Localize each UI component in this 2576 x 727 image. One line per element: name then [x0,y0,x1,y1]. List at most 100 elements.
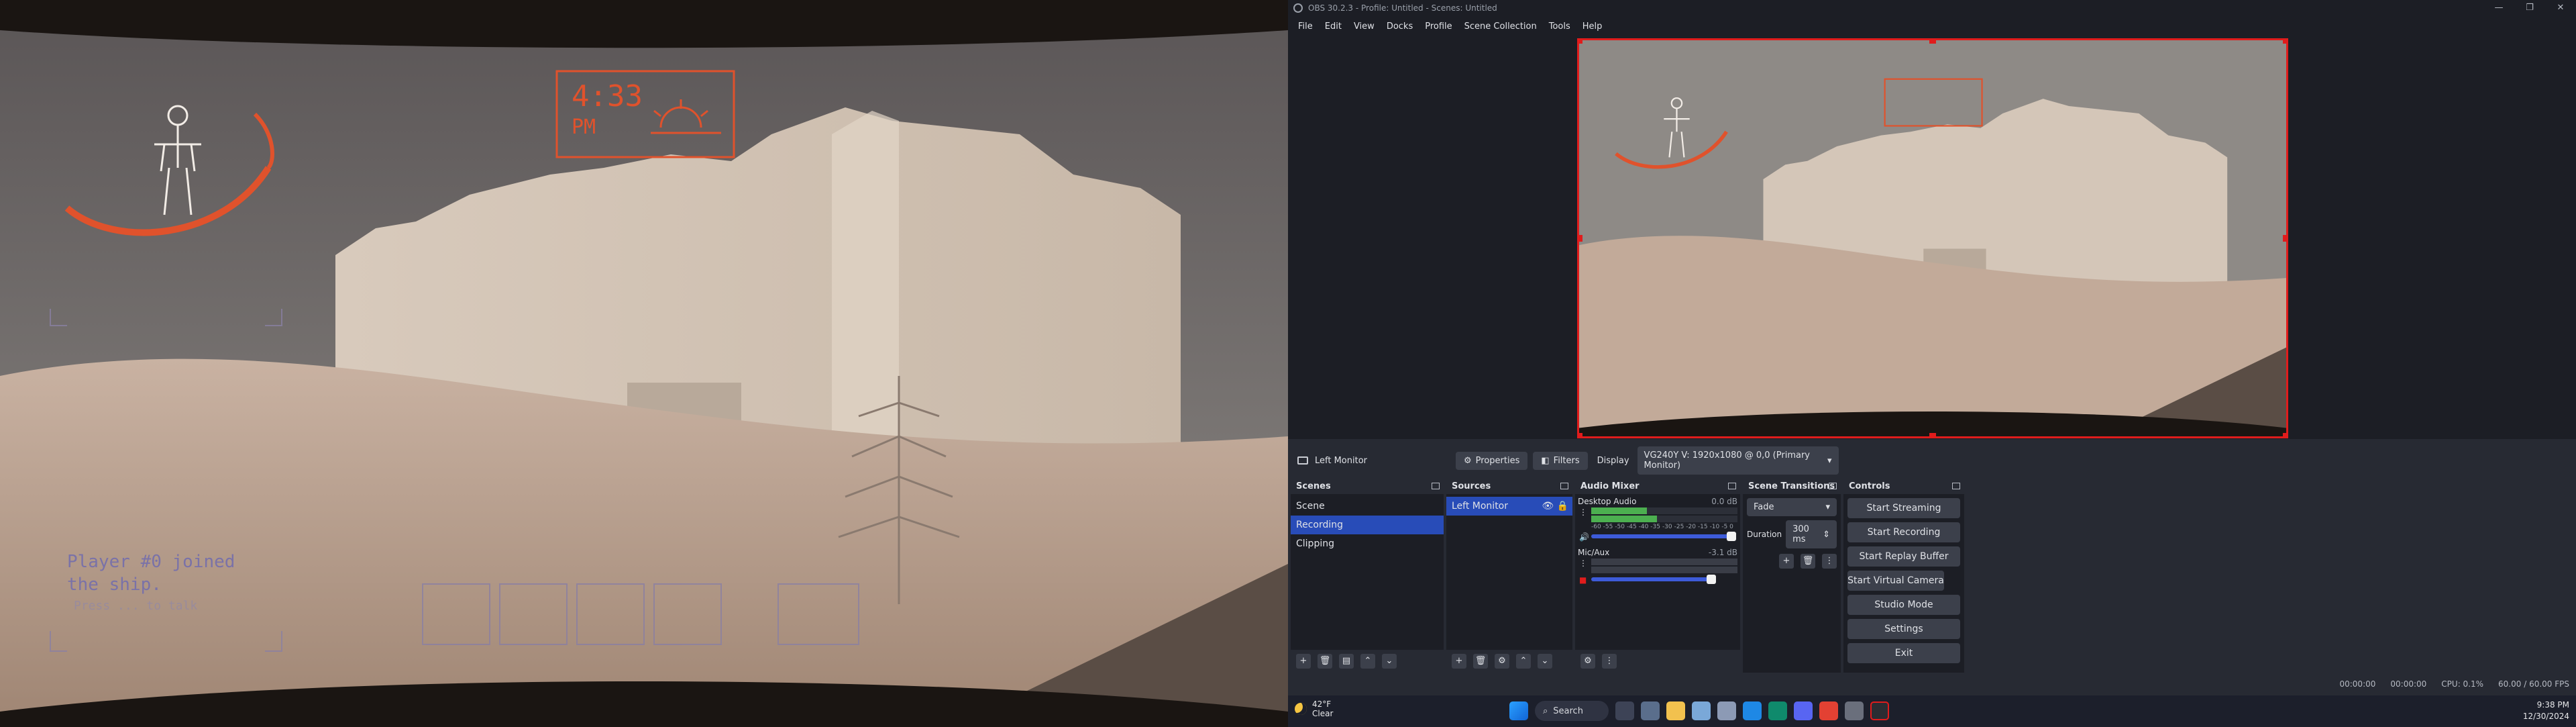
weather-widget[interactable]: 42°F Clear [1295,699,1333,718]
resize-handle[interactable] [1579,235,1582,242]
calculator-icon[interactable] [1743,701,1762,720]
menu-bar: File Edit View Docks Profile Scene Colle… [1288,16,2576,36]
meter-tick: -5 [1721,524,1728,530]
dock-float-icon[interactable] [1952,483,1960,489]
meter-tick: -20 [1686,524,1696,530]
chat-line-2: the ship. [67,575,162,595]
search-icon: ⌕ [1543,706,1548,716]
add-source-icon[interactable]: + [1452,654,1466,669]
resize-handle[interactable] [2283,235,2286,242]
exit-button[interactable]: Exit [1847,643,1960,663]
add-transition-icon[interactable]: + [1779,554,1794,569]
mixer-menu-icon[interactable]: ⋮ [1602,654,1617,669]
slider-knob[interactable] [1707,575,1716,584]
channel-menu-icon[interactable]: ⋮ [1579,559,1587,568]
obs-taskbar-icon[interactable] [1870,701,1889,720]
scene-item[interactable]: Scene [1291,497,1444,516]
task-view-icon[interactable] [1615,701,1634,720]
menu-tools[interactable]: Tools [1543,21,1576,32]
file-explorer-icon[interactable] [1666,701,1685,720]
menu-edit[interactable]: Edit [1319,21,1348,32]
close-icon[interactable]: ✕ [2545,0,2576,16]
clock-time: 9:38 PM [2536,700,2569,710]
transition-menu-icon[interactable]: ⋮ [1822,554,1837,569]
menu-profile[interactable]: Profile [1419,21,1458,32]
slider-knob[interactable] [1727,532,1736,541]
meter-tick: -10 [1709,524,1720,530]
resize-handle[interactable] [2283,433,2286,436]
system-clock[interactable]: 9:38 PM 12/30/2024 [2523,699,2569,722]
app-icon[interactable] [1845,701,1864,720]
dock-float-icon[interactable] [1728,483,1736,489]
app-icon[interactable] [1717,701,1736,720]
studio-mode-button[interactable]: Studio Mode [1847,595,1960,615]
move-down-icon[interactable]: ⌄ [1382,654,1397,669]
obs-logo-icon [1293,3,1303,13]
channel-db: 0.0 dB [1711,497,1737,506]
speaker-icon[interactable]: 🔊 [1579,532,1589,542]
chrome-icon[interactable] [1819,701,1838,720]
menu-help[interactable]: Help [1576,21,1609,32]
dock-float-icon[interactable] [1829,483,1837,489]
remove-scene-icon[interactable]: 🗑 [1318,654,1332,669]
remove-source-icon[interactable]: 🗑 [1473,654,1488,669]
sources-title: Sources [1452,481,1491,491]
source-item[interactable]: Left Monitor 👁 🔒 [1446,497,1572,516]
start-recording-button[interactable]: Start Recording [1847,522,1960,542]
move-up-icon[interactable]: ⌃ [1360,654,1375,669]
filters-button[interactable]: ◧ Filters [1533,451,1588,470]
dock-float-icon[interactable] [1432,483,1440,489]
minimize-icon[interactable]: — [2483,0,2514,16]
source-properties-icon[interactable]: ⚙ [1495,654,1509,669]
display-label: Display [1597,455,1629,466]
mixer-settings-icon[interactable]: ⚙ [1580,654,1595,669]
resize-handle[interactable] [2283,40,2286,44]
status-bar: 00:00:00 00:00:00 CPU: 0.1% 60.00 / 60.0… [1288,673,2576,695]
clock-date: 12/30/2024 [2522,712,2569,721]
start-replay-buffer-button[interactable]: Start Replay Buffer [1847,546,1960,567]
start-streaming-button[interactable]: Start Streaming [1847,498,1960,518]
resize-handle[interactable] [1579,40,1582,44]
controls-title: Controls [1849,481,1890,491]
duration-spinbox[interactable]: 300 ms ⇕ [1786,520,1837,548]
remove-transition-icon[interactable]: 🗑 [1801,554,1815,569]
scene-item[interactable]: Clipping [1291,534,1444,553]
transition-select[interactable]: Fade ▾ [1747,498,1837,516]
muted-mic-icon[interactable]: ■ [1579,575,1587,585]
dock-float-icon[interactable] [1560,483,1568,489]
mic-aux-meter: ⋮ [1578,559,1737,573]
start-virtual-camera-button[interactable]: Start Virtual Camera [1847,571,1944,591]
channel-db: -3.1 dB [1708,548,1737,557]
visibility-eye-icon[interactable]: 👁 🔒 [1542,497,1568,516]
meter-tick: -60 [1591,524,1601,530]
resize-handle[interactable] [1929,40,1936,44]
add-scene-icon[interactable]: + [1296,654,1311,669]
discord-icon[interactable] [1794,701,1813,720]
menu-view[interactable]: View [1348,21,1381,32]
display-select[interactable]: VG240Y V: 1920x1080 @ 0,0 (Primary Monit… [1637,446,1839,475]
menu-docks[interactable]: Docks [1381,21,1419,32]
settings-app-icon[interactable] [1641,701,1660,720]
channel-menu-icon[interactable]: ⋮ [1579,507,1587,517]
mic-aux-slider[interactable] [1591,575,1716,584]
maximize-icon[interactable]: ❐ [2514,0,2545,16]
taskbar-search[interactable]: ⌕ Search [1535,701,1609,721]
snipping-tool-icon[interactable] [1692,701,1711,720]
spin-icon: ⇕ [1823,529,1830,540]
preview-canvas[interactable] [1577,38,2288,438]
move-down-icon[interactable]: ⌄ [1538,654,1552,669]
desktop-audio-slider[interactable] [1591,532,1736,541]
menu-file[interactable]: File [1292,21,1319,32]
edge-browser-icon[interactable] [1768,701,1787,720]
scene-filters-icon[interactable]: ▤ [1339,654,1354,669]
move-up-icon[interactable]: ⌃ [1516,654,1531,669]
fps-readout: 60.00 / 60.00 FPS [2498,679,2569,689]
properties-button[interactable]: ⚙ Properties [1456,451,1528,470]
windows-start-icon[interactable] [1509,701,1528,720]
resize-handle[interactable] [1929,433,1936,436]
scene-item-selected[interactable]: Recording [1291,516,1444,534]
resize-handle[interactable] [1579,433,1582,436]
settings-button[interactable]: Settings [1847,619,1960,639]
menu-scene-collection[interactable]: Scene Collection [1458,21,1543,32]
display-value: VG240Y V: 1920x1080 @ 0,0 (Primary Monit… [1644,450,1810,471]
